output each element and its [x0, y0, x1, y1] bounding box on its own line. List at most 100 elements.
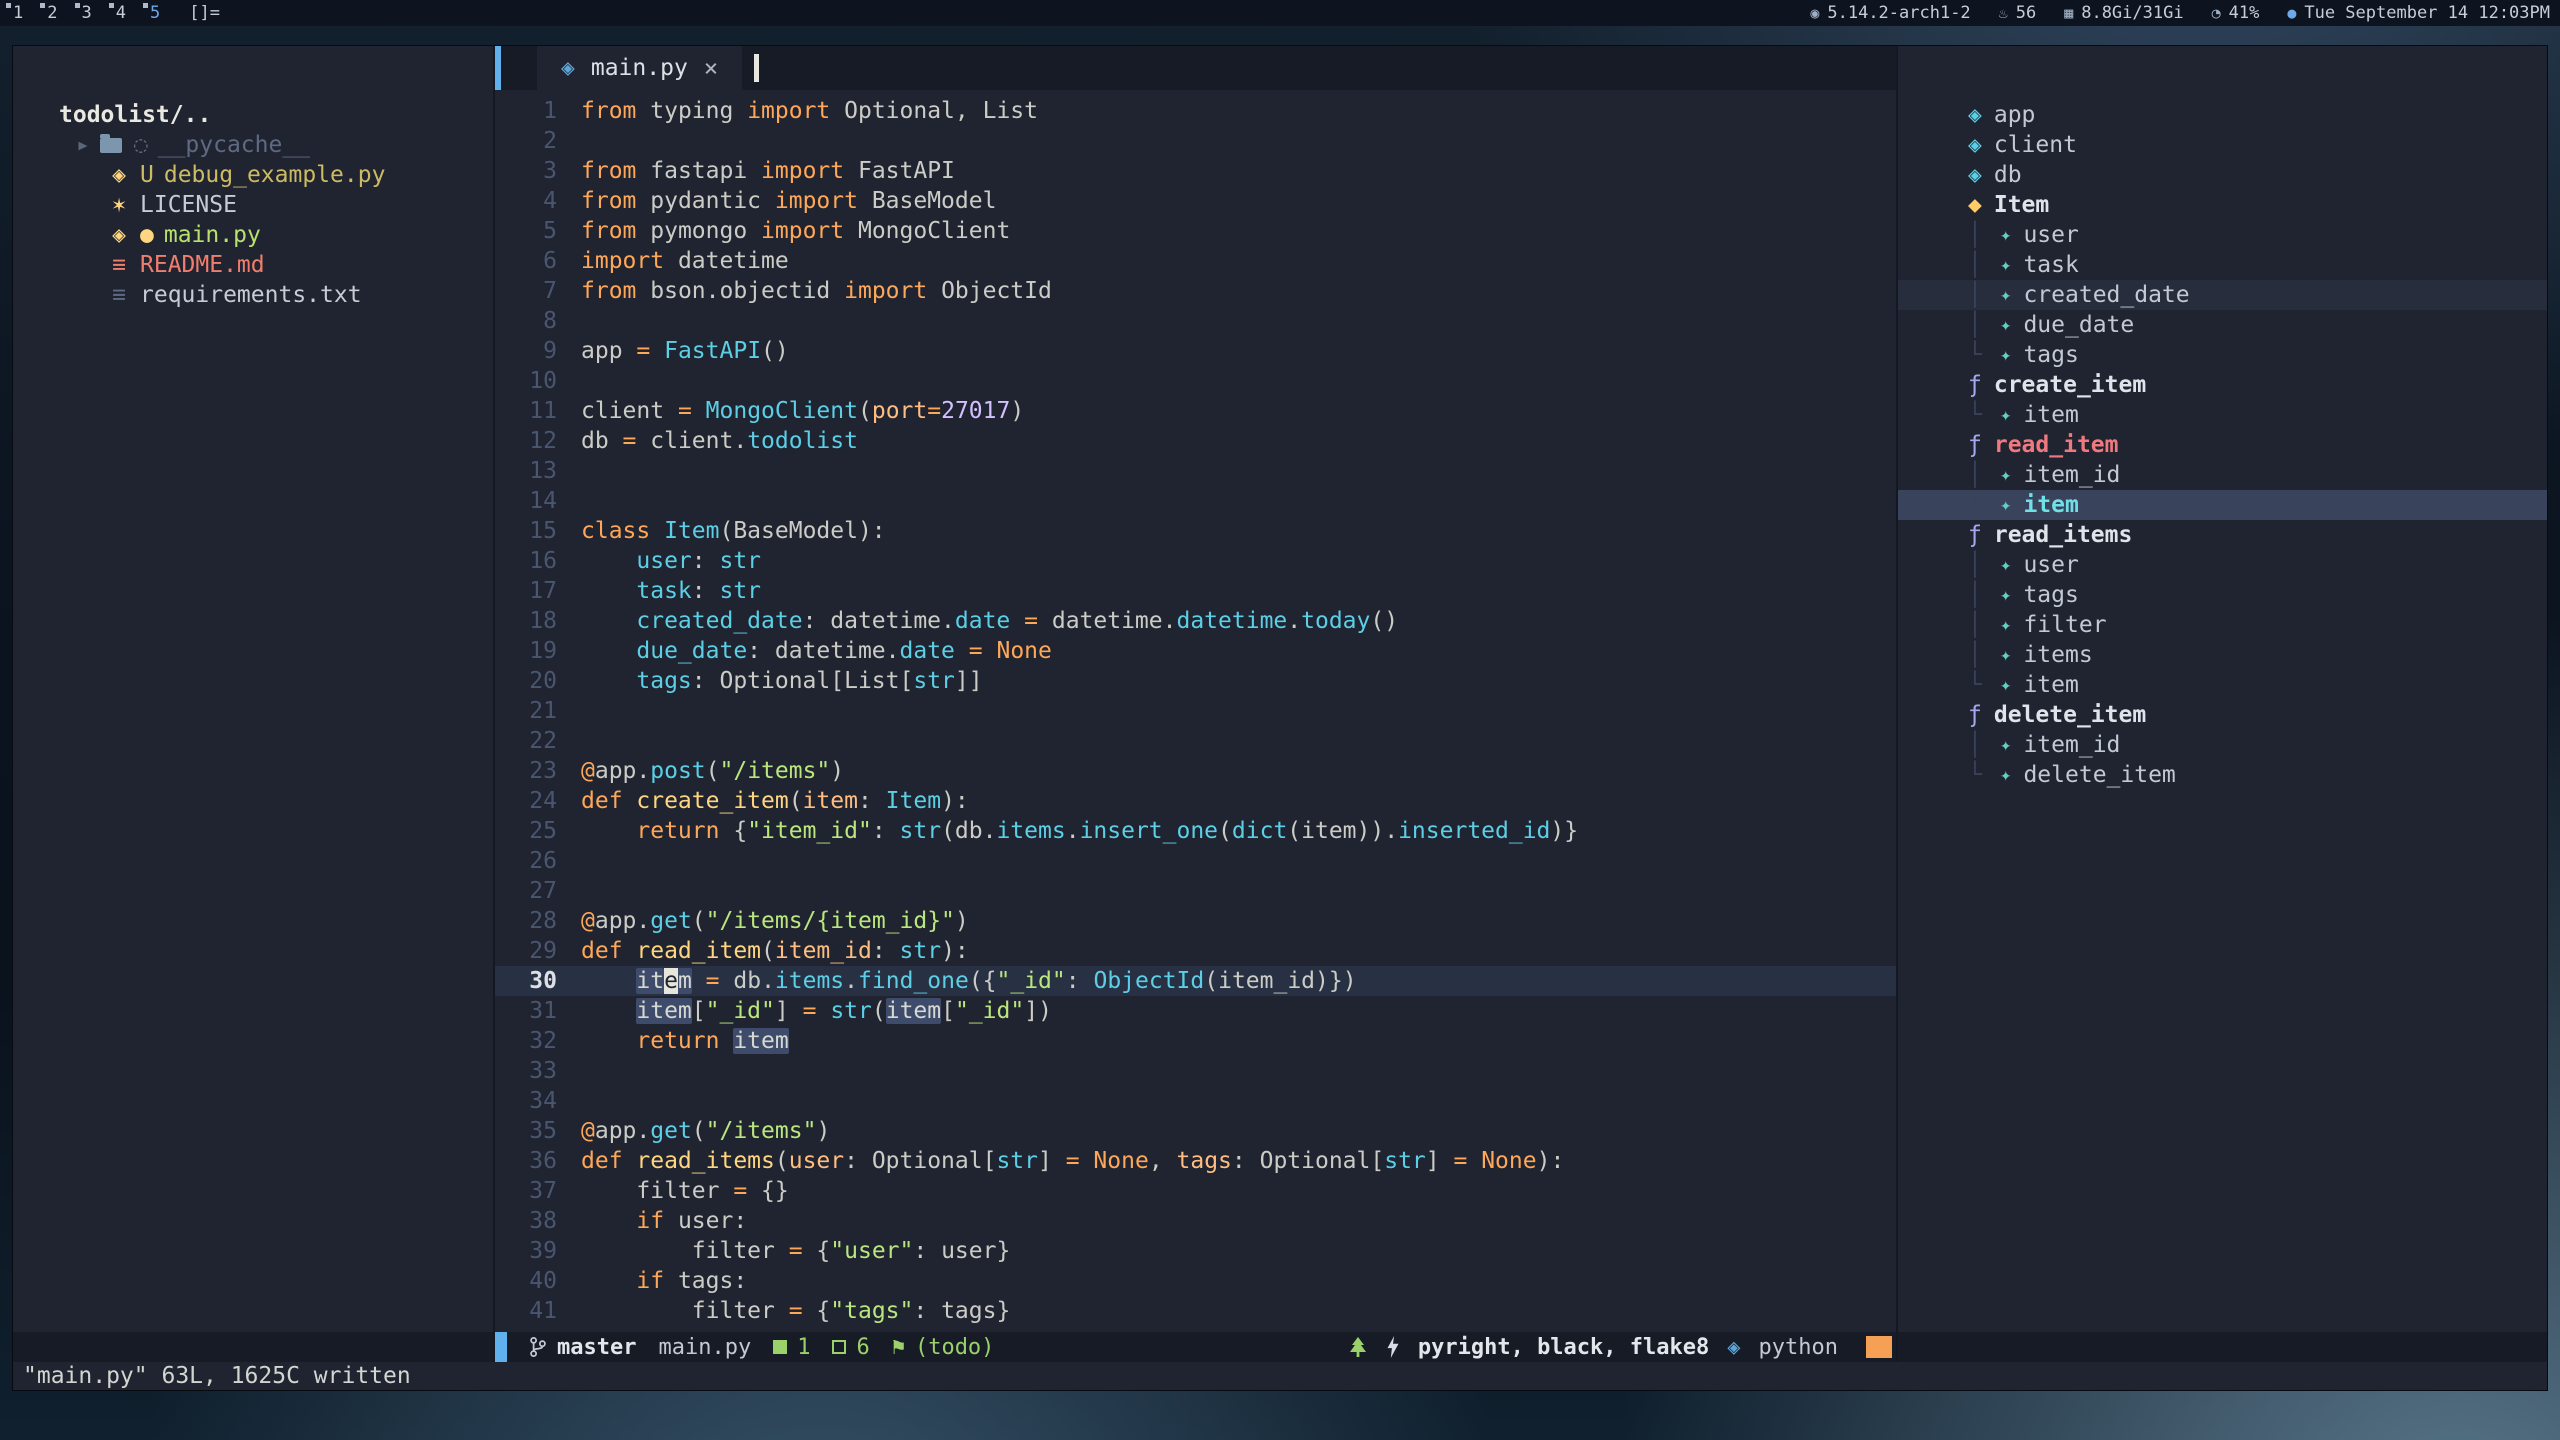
code-line[interactable]: 12db = client.todolist — [495, 426, 1896, 456]
tree-item-debug_example.py[interactable]: ◈Udebug_example.py — [13, 160, 493, 190]
workspace-tag-2[interactable]: 2 — [44, 3, 60, 23]
outline-item-items[interactable]: │✦items — [1898, 640, 2547, 670]
code-line[interactable]: 18 created_date: datetime.date = datetim… — [495, 606, 1896, 636]
workspace-tag-5[interactable]: 5 — [147, 3, 163, 23]
code-buffer[interactable]: 1from typing import Optional, List23from… — [495, 90, 1896, 1332]
code-token: datetime — [678, 248, 789, 274]
outline-item-task[interactable]: │✦task — [1898, 250, 2547, 280]
code-token: def — [581, 788, 636, 814]
workspace-tag-4[interactable]: 4 — [113, 3, 129, 23]
code-line[interactable]: 36def read_items(user: Optional[str] = N… — [495, 1146, 1896, 1176]
code-line[interactable]: 37 filter = {} — [495, 1176, 1896, 1206]
code-line[interactable]: 30 item = db.items.find_one({"_id": Obje… — [495, 966, 1896, 996]
code-line[interactable]: 6import datetime — [495, 246, 1896, 276]
code-line[interactable]: 40 if tags: — [495, 1266, 1896, 1296]
code-token: item_id — [775, 938, 872, 964]
code-line[interactable]: 7from bson.objectid import ObjectId — [495, 276, 1896, 306]
outline-item-db[interactable]: ◈db — [1898, 160, 2547, 190]
tree-item-__pycache__[interactable]: ▸◌__pycache__ — [13, 130, 493, 160]
code-line[interactable]: 16 user: str — [495, 546, 1896, 576]
statusline: master main.py 1 6 ⚑ (todo) — [495, 1332, 1896, 1362]
outline-item-item[interactable]: └✦item — [1898, 670, 2547, 700]
code-token: FastAPI — [858, 158, 955, 184]
tree-item-requirements.txt[interactable]: ≡requirements.txt — [13, 280, 493, 310]
code-line[interactable]: 38 if user: — [495, 1206, 1896, 1236]
code-line[interactable]: 5from pymongo import MongoClient — [495, 216, 1896, 246]
code-line[interactable]: 19 due_date: datetime.date = None — [495, 636, 1896, 666]
code-line[interactable]: 39 filter = {"user": user} — [495, 1236, 1896, 1266]
code-token: None — [1093, 1148, 1148, 1174]
outline-item-due_date[interactable]: │✦due_date — [1898, 310, 2547, 340]
code-line[interactable]: 31 item["_id"] = str(item["_id"]) — [495, 996, 1896, 1026]
code-token: str — [719, 578, 761, 604]
outline-item-item_id[interactable]: │✦item_id — [1898, 730, 2547, 760]
code-token: @ — [581, 908, 595, 934]
code-token: db. — [720, 968, 775, 994]
tree-item-LICENSE[interactable]: ✶LICENSE — [13, 190, 493, 220]
code-line[interactable]: 27 — [495, 876, 1896, 906]
code-line[interactable]: 20 tags: Optional[List[str]] — [495, 666, 1896, 696]
code-line[interactable]: 1from typing import Optional, List — [495, 96, 1896, 126]
tab-main-py[interactable]: ◈ main.py × — [537, 46, 742, 90]
tree-root-folder[interactable]: todolist/.. — [13, 100, 493, 130]
outline-item-read_item[interactable]: ƒread_item — [1898, 430, 2547, 460]
code-line[interactable]: 17 task: str — [495, 576, 1896, 606]
code-text: filter = {"user": user} — [557, 1236, 1010, 1266]
code-line[interactable]: 9app = FastAPI() — [495, 336, 1896, 366]
outline-item-app[interactable]: ◈app — [1898, 100, 2547, 130]
code-text — [557, 1056, 581, 1086]
code-line[interactable]: 32 return item — [495, 1026, 1896, 1056]
tree-item-main.py[interactable]: ◈●main.py — [13, 220, 493, 250]
outline-item-user[interactable]: │✦user — [1898, 550, 2547, 580]
outline-item-Item[interactable]: ◆Item — [1898, 190, 2547, 220]
code-text: due_date: datetime.date = None — [557, 636, 1052, 666]
code-line[interactable]: 11client = MongoClient(port=27017) — [495, 396, 1896, 426]
outline-item-item[interactable]: └✦item — [1898, 490, 2547, 520]
code-line[interactable]: 33 — [495, 1056, 1896, 1086]
tree-statusline — [13, 1332, 493, 1362]
code-line[interactable]: 8 — [495, 306, 1896, 336]
code-line[interactable]: 41 filter = {"tags": tags} — [495, 1296, 1896, 1326]
code-line[interactable]: 3from fastapi import FastAPI — [495, 156, 1896, 186]
code-line[interactable]: 24def create_item(item: Item): — [495, 786, 1896, 816]
outline-item-user[interactable]: │✦user — [1898, 220, 2547, 250]
function-kind-icon: ƒ — [1968, 370, 1982, 400]
code-token — [581, 578, 636, 604]
outline-item-created_date[interactable]: │✦created_date — [1898, 280, 2547, 310]
tree-item-README.md[interactable]: ≡README.md — [13, 250, 493, 280]
code-line[interactable]: 26 — [495, 846, 1896, 876]
code-line[interactable]: 34 — [495, 1086, 1896, 1116]
workspace-tag-1[interactable]: 1 — [10, 3, 26, 23]
tab-close-icon[interactable]: × — [704, 54, 718, 82]
code-line[interactable]: 28@app.get("/items/{item_id}") — [495, 906, 1896, 936]
code-line[interactable]: 15class Item(BaseModel): — [495, 516, 1896, 546]
code-token — [581, 998, 636, 1024]
outline-item-item_id[interactable]: │✦item_id — [1898, 460, 2547, 490]
code-line[interactable]: 25 return {"item_id": str(db.items.inser… — [495, 816, 1896, 846]
workspace-occupied-marker — [6, 3, 11, 8]
code-line[interactable]: 4from pydantic import BaseModel — [495, 186, 1896, 216]
outline-item-item[interactable]: └✦item — [1898, 400, 2547, 430]
line-number: 35 — [495, 1116, 557, 1146]
outline-item-filter[interactable]: │✦filter — [1898, 610, 2547, 640]
scroll-position-block — [1866, 1336, 1892, 1358]
code-line[interactable]: 21 — [495, 696, 1896, 726]
outline-item-tags[interactable]: │✦tags — [1898, 580, 2547, 610]
code-line[interactable]: 22 — [495, 726, 1896, 756]
tree-guide: │ — [1968, 220, 2000, 250]
code-line[interactable]: 2 — [495, 126, 1896, 156]
code-line[interactable]: 23@app.post("/items") — [495, 756, 1896, 786]
outline-item-delete_item[interactable]: └✦delete_item — [1898, 760, 2547, 790]
outline-item-delete_item[interactable]: ƒdelete_item — [1898, 700, 2547, 730]
outline-item-tags[interactable]: └✦tags — [1898, 340, 2547, 370]
code-line[interactable]: 29def read_item(item_id: str): — [495, 936, 1896, 966]
code-line[interactable]: 10 — [495, 366, 1896, 396]
outline-item-create_item[interactable]: ƒcreate_item — [1898, 370, 2547, 400]
code-token: (BaseModel): — [719, 518, 885, 544]
code-line[interactable]: 35@app.get("/items") — [495, 1116, 1896, 1146]
outline-item-client[interactable]: ◈client — [1898, 130, 2547, 160]
workspace-tag-3[interactable]: 3 — [79, 3, 95, 23]
outline-item-read_items[interactable]: ƒread_items — [1898, 520, 2547, 550]
code-line[interactable]: 13 — [495, 456, 1896, 486]
code-line[interactable]: 14 — [495, 486, 1896, 516]
